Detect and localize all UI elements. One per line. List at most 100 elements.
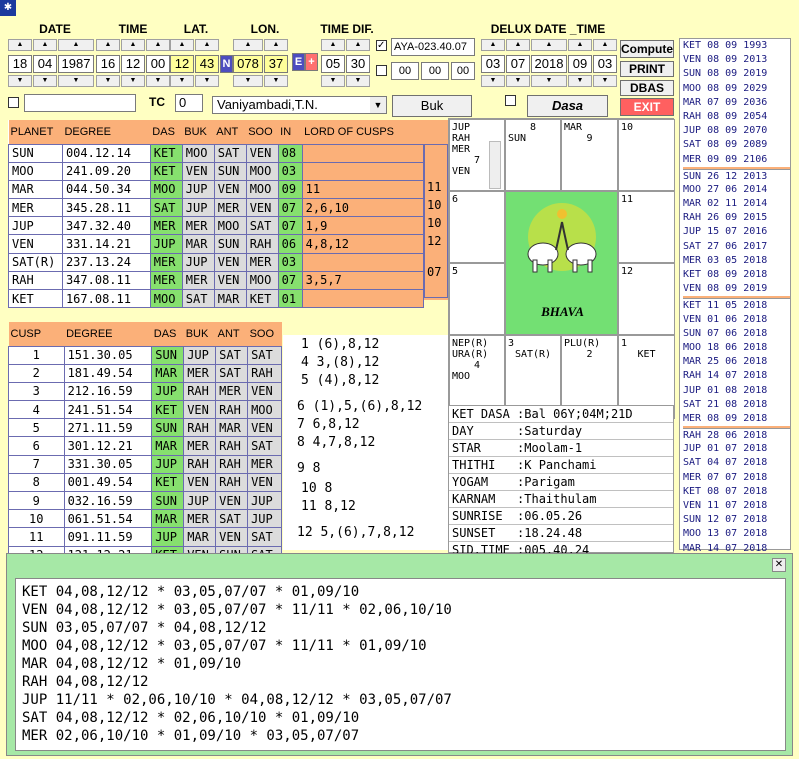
dasa-list-item[interactable]: RAH 26 09 2015 xyxy=(683,211,790,225)
dasa-list-item[interactable]: MOO 08 09 2029 xyxy=(683,82,790,96)
dasa-list-item[interactable]: SAT 27 06 2017 xyxy=(683,240,790,254)
dasa-list-item[interactable]: MER 09 09 2106 xyxy=(683,153,790,167)
spin-up-button[interactable]: ▲ xyxy=(506,39,530,51)
dasa-list-item[interactable]: SUN 08 09 2019 xyxy=(683,67,790,81)
lon-dir-button[interactable]: E xyxy=(292,53,305,71)
dasa-list-item[interactable]: SAT 08 09 2089 xyxy=(683,138,790,152)
dasa-list-item[interactable]: SUN 26 12 2013 xyxy=(683,168,790,183)
print-button[interactable]: PRINT xyxy=(620,61,674,77)
dasa-list-item[interactable]: VEN 08 09 2013 xyxy=(683,53,790,67)
delux-year-field[interactable]: 2018 xyxy=(531,55,567,73)
dasa-list-item[interactable]: VEN 01 06 2018 xyxy=(683,313,790,327)
dasa-list-item[interactable]: JUP 01 08 2018 xyxy=(683,384,790,398)
spin-down-button[interactable]: ▼ xyxy=(121,75,145,87)
aux-field-3[interactable]: 00 xyxy=(451,62,475,80)
timedif-min-field[interactable]: 30 xyxy=(346,55,370,73)
delux-min-field[interactable]: 03 xyxy=(593,55,617,73)
lon-deg-field[interactable]: 078 xyxy=(233,55,263,73)
lat-dir-button[interactable]: N xyxy=(220,55,233,73)
table-row[interactable]: 8 001.49.54 KET VEN RAH VEN xyxy=(8,472,282,493)
dasa-list-item[interactable]: MER 07 07 2018 xyxy=(683,471,790,485)
dasa-list-item[interactable]: KET 11 05 2018 xyxy=(683,298,790,312)
dasa-list-item[interactable]: MAR 25 06 2018 xyxy=(683,355,790,369)
output-text-area[interactable]: KET 04,08,12/12 * 03,05,07/07 * 01,09/10… xyxy=(15,578,786,751)
table-row[interactable]: 7 331.30.05 JUP RAH RAH MER xyxy=(8,454,282,474)
dasa-checkbox[interactable] xyxy=(505,95,516,106)
dasa-list-item[interactable]: KET 08 09 1993 xyxy=(683,39,790,53)
spin-up-button[interactable]: ▲ xyxy=(593,39,617,51)
table-row[interactable]: SUN 004.12.14 KET MOO SAT VEN 08 xyxy=(8,143,425,163)
table-row[interactable]: RAH 347.08.11 MER MER VEN MOO 07 3,5,7 xyxy=(8,270,425,291)
lon-min-field[interactable]: 37 xyxy=(264,55,288,73)
app-icon[interactable]: ✱ xyxy=(0,0,16,16)
spin-down-button[interactable]: ▼ xyxy=(346,75,370,87)
dasa-list-item[interactable]: JUP 01 07 2018 xyxy=(683,442,790,456)
table-row[interactable]: 6 301.12.21 MAR MER RAH SAT xyxy=(8,436,282,456)
spin-up-button[interactable]: ▲ xyxy=(481,39,505,51)
spin-up-button[interactable]: ▲ xyxy=(121,39,145,51)
place-select[interactable]: Vaniyambadi,T.N. ▼ xyxy=(212,96,387,114)
delux-month-field[interactable]: 07 xyxy=(506,55,530,73)
delux-hour-field[interactable]: 09 xyxy=(568,55,592,73)
spin-down-button[interactable]: ▼ xyxy=(568,75,592,87)
hour-field[interactable]: 16 xyxy=(96,55,120,73)
spin-down-button[interactable]: ▼ xyxy=(506,75,530,87)
spin-up-button[interactable]: ▲ xyxy=(58,39,94,51)
lat-deg-field[interactable]: 12 xyxy=(170,55,194,73)
table-row[interactable]: MOO 241.09.20 KET VEN SUN MOO 03 xyxy=(8,161,425,181)
spin-down-button[interactable]: ▼ xyxy=(146,75,170,87)
table-row[interactable]: 11 091.11.59 JUP MAR VEN SAT xyxy=(8,527,282,547)
dasa-list-item[interactable]: MER 03 05 2018 xyxy=(683,254,790,268)
timedif-sign-button[interactable]: + xyxy=(305,53,318,71)
aux-field-1[interactable]: 00 xyxy=(391,62,419,80)
exit-button[interactable]: EXIT xyxy=(620,98,674,116)
table-row[interactable]: KET 167.08.11 MOO SAT MAR KET 01 xyxy=(8,288,425,309)
dasa-list-item[interactable]: MAR 07 09 2036 xyxy=(683,96,790,110)
aya-checkbox[interactable]: ✓ xyxy=(376,40,387,51)
timedif-hour-field[interactable]: 05 xyxy=(321,55,345,73)
table-row[interactable]: 2 181.49.54 MAR MER SAT RAH xyxy=(8,363,282,383)
dasa-list-item[interactable]: RAH 28 06 2018 xyxy=(683,428,790,442)
spin-down-button[interactable]: ▼ xyxy=(233,75,263,87)
spin-up-button[interactable]: ▲ xyxy=(568,39,592,51)
spin-down-button[interactable]: ▼ xyxy=(593,75,617,87)
table-row[interactable]: JUP 347.32.40 MER MER MOO SAT 07 1,9 xyxy=(8,216,425,236)
spin-up-button[interactable]: ▲ xyxy=(96,39,120,51)
spin-up-button[interactable]: ▲ xyxy=(8,39,32,51)
lat-min-field[interactable]: 43 xyxy=(195,55,219,73)
table-row[interactable]: 1 151.30.05 SUN JUP SAT SAT xyxy=(8,345,282,365)
spin-down-button[interactable]: ▼ xyxy=(58,75,94,87)
spin-down-button[interactable]: ▼ xyxy=(531,75,567,87)
dasa-list-item[interactable]: RAH 14 07 2018 xyxy=(683,369,790,383)
dasa-list-item[interactable]: MOO 13 07 2018 xyxy=(683,527,790,541)
compute-button[interactable]: Compute xyxy=(620,40,674,58)
spin-down-button[interactable]: ▼ xyxy=(33,75,57,87)
dasa-list-item[interactable]: MER 08 09 2018 xyxy=(683,412,790,426)
spin-up-button[interactable]: ▲ xyxy=(346,39,370,51)
spin-down-button[interactable]: ▼ xyxy=(264,75,288,87)
tc-field[interactable]: 0 xyxy=(175,94,203,112)
spin-down-button[interactable]: ▼ xyxy=(8,75,32,87)
table-row[interactable]: 10 061.51.54 MAR MER SAT JUP xyxy=(8,509,282,529)
spin-up-button[interactable]: ▲ xyxy=(321,39,345,51)
aux-checkbox[interactable] xyxy=(376,65,387,76)
spin-up-button[interactable]: ▲ xyxy=(264,39,288,51)
name-input[interactable] xyxy=(24,94,136,112)
table-row[interactable]: 9 032.16.59 SUN JUP VEN JUP xyxy=(8,490,282,511)
day-field[interactable]: 18 xyxy=(8,55,32,73)
spin-up-button[interactable]: ▲ xyxy=(195,39,219,51)
second-field[interactable]: 00 xyxy=(146,55,170,73)
dasa-list-item[interactable]: SUN 12 07 2018 xyxy=(683,513,790,527)
dasa-list-item[interactable]: SAT 21 08 2018 xyxy=(683,398,790,412)
dasa-list-item[interactable]: RAH 08 09 2054 xyxy=(683,110,790,124)
dasa-list-item[interactable]: VEN 08 09 2019 xyxy=(683,282,790,296)
spin-up-button[interactable]: ▲ xyxy=(233,39,263,51)
dbas-button[interactable]: DBAS xyxy=(620,80,674,96)
spin-down-button[interactable]: ▼ xyxy=(170,75,194,87)
dasa-list-item[interactable]: KET 08 09 2018 xyxy=(683,268,790,282)
spin-down-button[interactable]: ▼ xyxy=(481,75,505,87)
dasa-list-item[interactable]: KET 08 07 2018 xyxy=(683,485,790,499)
spin-down-button[interactable]: ▼ xyxy=(321,75,345,87)
name-checkbox[interactable] xyxy=(8,97,19,108)
dasa-list-item[interactable]: VEN 11 07 2018 xyxy=(683,499,790,513)
